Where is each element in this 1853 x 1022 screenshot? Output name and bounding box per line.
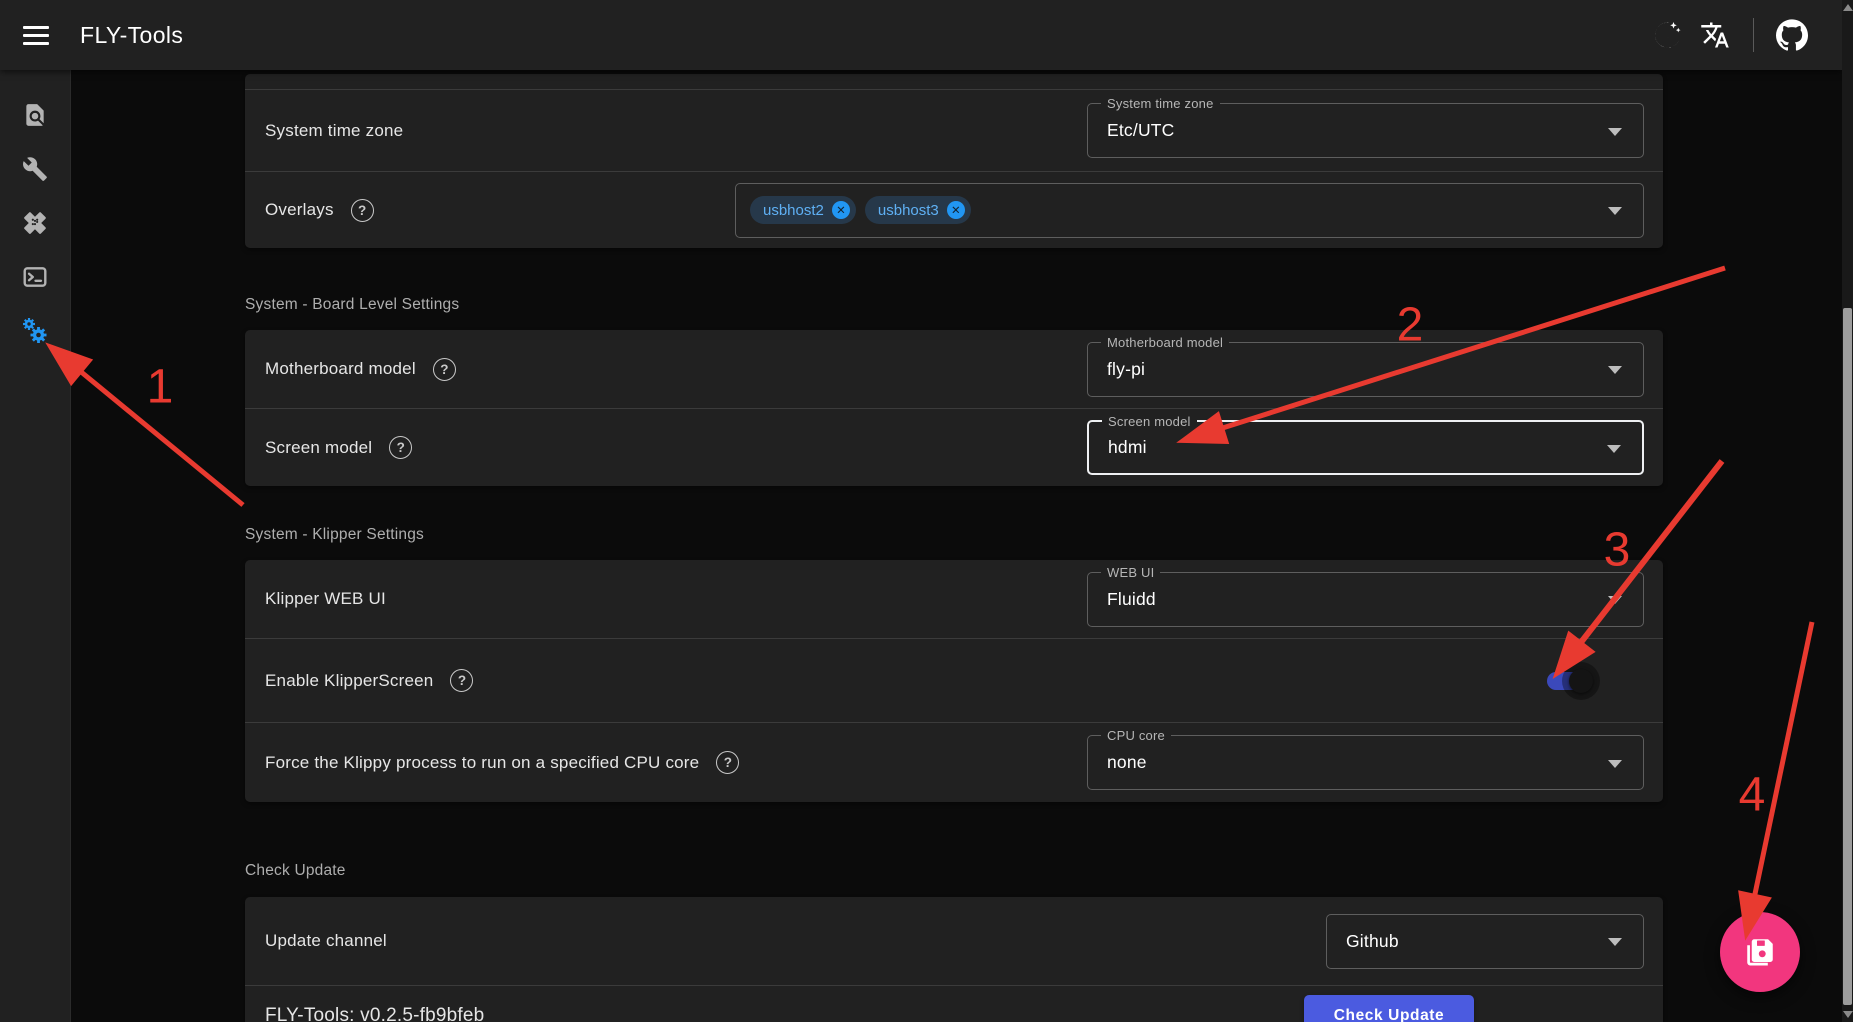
annotation-number-4: 4 bbox=[1739, 768, 1766, 823]
row-fly-tools-version: FLY-Tools: v0.2.5-fb9bfeb Check Update bbox=[245, 985, 1663, 1022]
toggle-thumb bbox=[1569, 669, 1593, 693]
save-fab-button[interactable] bbox=[1720, 912, 1800, 992]
row-label: Enable KlipperScreen bbox=[265, 671, 433, 691]
moon-stars-glyph bbox=[1652, 20, 1682, 50]
field-value: none bbox=[1107, 752, 1147, 773]
row-update-channel: Update channel Github bbox=[245, 897, 1663, 985]
chevron-down-icon bbox=[1607, 445, 1621, 453]
scrollbar-up-arrow-icon[interactable] bbox=[1843, 4, 1853, 11]
chevron-down-icon bbox=[1608, 366, 1622, 374]
motherboard-model-select[interactable]: Motherboard model fly-pi bbox=[1087, 342, 1644, 397]
help-icon[interactable]: ? bbox=[716, 751, 739, 774]
row-label: Overlays bbox=[265, 200, 334, 220]
section-header-board: System - Board Level Settings bbox=[245, 296, 459, 314]
menu-icon[interactable] bbox=[12, 11, 60, 59]
field-value: fly-pi bbox=[1107, 359, 1145, 380]
row-label: System time zone bbox=[265, 121, 403, 141]
sidebar-item-settings[interactable] bbox=[8, 304, 62, 358]
row-label: Update channel bbox=[265, 931, 387, 951]
sidebar-item-terminal[interactable] bbox=[8, 250, 62, 304]
settings-gears-icon bbox=[21, 317, 49, 345]
card-klipper-settings: Klipper WEB UI WEB UI Fluidd Enable Klip… bbox=[245, 560, 1663, 802]
fly-tools-screen: FLY-Tools bbox=[0, 0, 1853, 1022]
field-label: WEB UI bbox=[1101, 564, 1160, 581]
sidebar bbox=[0, 70, 71, 1022]
app-bar: FLY-Tools bbox=[0, 0, 1842, 70]
help-icon[interactable]: ? bbox=[351, 199, 374, 222]
row-cpu-core: Force the Klippy process to run on a spe… bbox=[245, 722, 1663, 802]
card-system-general: System time zone System time zone Etc/UT… bbox=[245, 74, 1663, 248]
row-motherboard-model: Motherboard model ? Motherboard model fl… bbox=[245, 330, 1663, 408]
find-in-page-icon bbox=[22, 102, 48, 128]
field-value: hdmi bbox=[1108, 437, 1147, 458]
chip-close-icon[interactable]: ✕ bbox=[832, 201, 850, 219]
wrench-icon bbox=[22, 156, 48, 182]
chip-label: usbhost2 bbox=[763, 202, 824, 219]
annotation-number-1: 1 bbox=[147, 360, 174, 415]
field-label: Screen model bbox=[1102, 413, 1197, 430]
field-value: Etc/UTC bbox=[1107, 120, 1175, 141]
github-icon[interactable] bbox=[1768, 11, 1816, 59]
github-glyph bbox=[1776, 19, 1808, 51]
sidebar-item-healing[interactable] bbox=[8, 196, 62, 250]
version-text: FLY-Tools: v0.2.5-fb9bfeb bbox=[265, 1005, 484, 1022]
row-screen-model: Screen model ? Screen model hdmi bbox=[245, 408, 1663, 486]
chevron-down-icon bbox=[1608, 938, 1622, 946]
scrollbar-thumb[interactable] bbox=[1843, 308, 1852, 1005]
row-enable-klipperscreen: Enable KlipperScreen ? bbox=[245, 638, 1663, 722]
section-header-update: Check Update bbox=[245, 862, 346, 880]
overlays-select[interactable]: usbhost2 ✕ usbhost3 ✕ bbox=[735, 183, 1644, 238]
field-value: Github bbox=[1346, 931, 1399, 952]
check-update-button[interactable]: Check Update bbox=[1304, 995, 1474, 1022]
update-channel-select[interactable]: Github bbox=[1326, 914, 1644, 969]
app-bar-actions bbox=[1643, 11, 1816, 59]
section-header-klipper: System - Klipper Settings bbox=[245, 526, 424, 544]
app-title: FLY-Tools bbox=[80, 22, 183, 49]
klipperscreen-toggle[interactable] bbox=[1547, 672, 1590, 690]
chevron-down-icon bbox=[1608, 207, 1622, 215]
help-icon[interactable]: ? bbox=[389, 436, 412, 459]
chevron-down-icon bbox=[1608, 596, 1622, 604]
row-label: Force the Klippy process to run on a spe… bbox=[265, 753, 699, 773]
terminal-icon bbox=[22, 264, 48, 290]
card-check-update: Update channel Github FLY-Tools: v0.2.5-… bbox=[245, 897, 1663, 1022]
healing-icon bbox=[22, 210, 48, 236]
row-label: Screen model bbox=[265, 438, 372, 458]
scrollbar-down-arrow-icon[interactable] bbox=[1843, 1011, 1853, 1018]
help-icon[interactable]: ? bbox=[450, 669, 473, 692]
sidebar-item-find-in-page[interactable] bbox=[8, 88, 62, 142]
red-arrow-4-line bbox=[1754, 622, 1812, 897]
chip-close-icon[interactable]: ✕ bbox=[947, 201, 965, 219]
chevron-down-icon bbox=[1608, 760, 1622, 768]
save-all-icon bbox=[1742, 934, 1778, 970]
clipped-row-remainder bbox=[245, 74, 1663, 89]
dark-mode-icon[interactable] bbox=[1643, 11, 1691, 59]
app-bar-separator bbox=[1753, 18, 1754, 52]
help-icon[interactable]: ? bbox=[433, 358, 456, 381]
chip-label: usbhost3 bbox=[878, 202, 939, 219]
scrollbar[interactable] bbox=[1842, 0, 1853, 1022]
field-label: Motherboard model bbox=[1101, 334, 1229, 351]
translate-glyph bbox=[1700, 20, 1730, 50]
card-board-level: Motherboard model ? Motherboard model fl… bbox=[245, 330, 1663, 486]
chip-usbhost2: usbhost2 ✕ bbox=[750, 196, 856, 224]
field-value: Fluidd bbox=[1107, 589, 1156, 610]
row-overlays: Overlays ? usbhost2 ✕ usbhost3 ✕ bbox=[245, 171, 1663, 248]
row-label: Klipper WEB UI bbox=[265, 589, 386, 609]
translate-icon[interactable] bbox=[1691, 11, 1739, 59]
chip-usbhost3: usbhost3 ✕ bbox=[865, 196, 971, 224]
row-klipper-web-ui: Klipper WEB UI WEB UI Fluidd bbox=[245, 560, 1663, 638]
chevron-down-icon bbox=[1608, 128, 1622, 136]
web-ui-select[interactable]: WEB UI Fluidd bbox=[1087, 572, 1644, 627]
field-label: CPU core bbox=[1101, 727, 1171, 744]
red-arrow-1-line bbox=[80, 371, 243, 505]
cpu-core-select[interactable]: CPU core none bbox=[1087, 735, 1644, 790]
row-label: Motherboard model bbox=[265, 359, 416, 379]
system-time-zone-select[interactable]: System time zone Etc/UTC bbox=[1087, 103, 1644, 158]
field-label: System time zone bbox=[1101, 95, 1220, 112]
screen-model-select[interactable]: Screen model hdmi bbox=[1087, 420, 1644, 475]
row-system-time-zone: System time zone System time zone Etc/UT… bbox=[245, 89, 1663, 171]
sidebar-item-tools[interactable] bbox=[8, 142, 62, 196]
